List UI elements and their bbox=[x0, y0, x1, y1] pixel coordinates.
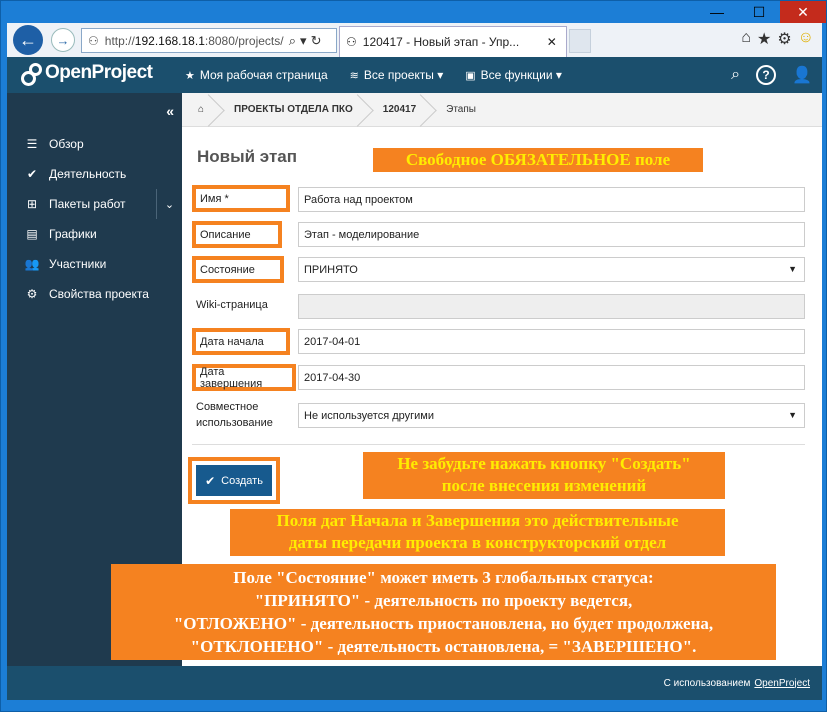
address-bar[interactable]: ⚇ http://192.168.18.1:8080/projects/ ⌕ ▾… bbox=[81, 28, 337, 53]
sidebar-item-label: Участники bbox=[49, 257, 107, 271]
timeline-icon: ▤ bbox=[26, 227, 38, 241]
breadcrumb-item[interactable]: 120417 bbox=[367, 93, 430, 127]
check-icon: ✔ bbox=[205, 473, 216, 488]
back-icon[interactable]: ← bbox=[13, 25, 43, 55]
search-icon[interactable]: ⌕ bbox=[731, 66, 740, 84]
close-icon[interactable]: ✕ bbox=[780, 1, 826, 23]
star-icon: ★ bbox=[185, 70, 195, 82]
nav-my-page[interactable]: ★ Моя рабочая страница bbox=[185, 68, 328, 82]
status-label: Состояние bbox=[192, 256, 284, 283]
breadcrumb-item[interactable]: Этапы bbox=[430, 93, 490, 127]
start-date-field[interactable]: 2017-04-01 bbox=[298, 329, 805, 354]
wiki-label: Wiki-страница bbox=[196, 299, 268, 311]
list-icon: ☰ bbox=[26, 137, 38, 151]
home-icon[interactable]: ⌂ bbox=[741, 29, 751, 49]
wiki-field bbox=[298, 294, 805, 319]
browser-tab[interactable]: ⚇ 120417 - Новый этап - Упр... ✕ bbox=[339, 26, 567, 57]
collapse-sidebar-icon[interactable]: « bbox=[166, 103, 174, 119]
sidebar-item-members[interactable]: 👥 Участники bbox=[7, 249, 182, 279]
dropdown-arrow-icon: ▼ bbox=[788, 410, 797, 420]
stack-icon: ≋ bbox=[349, 70, 359, 82]
breadcrumb-item[interactable]: ПРОЕКТЫ ОТДЕЛА ПКО bbox=[218, 93, 367, 127]
note-status: Поле "Состояние" может иметь 3 глобальны… bbox=[111, 564, 776, 660]
footer-link[interactable]: OpenProject bbox=[754, 678, 810, 689]
sidebar-item-label: Свойства проекта bbox=[49, 287, 149, 301]
chevron-down-icon: ▾ bbox=[437, 68, 444, 82]
header-nav: ★ Моя рабочая страница ≋ Все проекты ▾ ▣ Вс… bbox=[185, 57, 562, 93]
gear-icon: ⚙ bbox=[26, 287, 38, 301]
dropdown-arrow-icon: ▼ bbox=[788, 264, 797, 274]
create-button-highlight: ✔ Создать bbox=[188, 457, 280, 504]
maximize-icon[interactable]: ☐ bbox=[738, 1, 780, 23]
app-header: OpenProject ★ Моя рабочая страница ≋ Все п… bbox=[7, 57, 822, 93]
home-icon: ⌂ bbox=[198, 104, 205, 115]
sidebar-item-settings[interactable]: ⚙ Свойства проекта bbox=[7, 279, 182, 309]
sidebar-item-work-packages[interactable]: ⊞ Пакеты работ ⌄ bbox=[7, 189, 182, 219]
sidebar-item-label: Обзор bbox=[49, 137, 84, 151]
logo-text: OpenProject bbox=[45, 62, 153, 83]
forward-icon[interactable]: → bbox=[51, 28, 75, 52]
user-icon[interactable]: 👤 bbox=[792, 65, 812, 85]
module-icon: ▣ bbox=[465, 70, 476, 82]
status-select[interactable]: ПРИНЯТО ▼ bbox=[298, 257, 805, 282]
sharing-label: Совместное использование bbox=[196, 401, 273, 429]
create-button[interactable]: ✔ Создать bbox=[196, 465, 272, 496]
sharing-value: Не используется другими bbox=[304, 409, 434, 422]
browser-toolbar: ← → ⚇ http://192.168.18.1:8080/projects/… bbox=[7, 23, 822, 57]
tab-favicon-icon: ⚇ bbox=[346, 35, 357, 49]
hierarchy-icon: ⊞ bbox=[26, 197, 38, 211]
tab-close-icon[interactable]: ✕ bbox=[547, 35, 557, 49]
note-required-field: Свободное ОБЯЗАТЕЛЬНОЕ поле bbox=[373, 148, 703, 172]
note-dates: Поля дат Начала и Завершения это действи… bbox=[230, 509, 725, 556]
refresh-icon[interactable]: ↻ bbox=[311, 33, 322, 49]
browser-window: — ☐ ✕ ← → ⚇ http://192.168.18.1:8080/pro… bbox=[0, 0, 827, 712]
page-title: Новый этап bbox=[197, 147, 298, 166]
favorites-star-icon[interactable]: ★ bbox=[757, 29, 771, 49]
note-create-reminder: Не забудьте нажать кнопку "Создать" после… bbox=[363, 452, 725, 499]
window-controls: — ☐ ✕ bbox=[696, 1, 826, 23]
sharing-select[interactable]: Не используется другими ▼ bbox=[298, 403, 805, 428]
help-icon[interactable]: ? bbox=[756, 65, 777, 85]
name-field[interactable]: Работа над проектом bbox=[298, 187, 805, 212]
site-icon: ⚇ bbox=[88, 33, 99, 48]
check-icon: ✔ bbox=[26, 167, 38, 181]
logo-icon bbox=[21, 63, 42, 86]
breadcrumb-home[interactable]: ⌂ bbox=[182, 93, 218, 127]
sidebar-item-overview[interactable]: ☰ Обзор bbox=[7, 129, 182, 159]
chevron-down-icon: ▾ bbox=[555, 68, 562, 82]
status-value: ПРИНЯТО bbox=[304, 263, 358, 276]
sidebar-item-label: Пакеты работ bbox=[49, 197, 126, 211]
group-icon: 👥 bbox=[24, 257, 40, 271]
description-label: Описание bbox=[192, 221, 282, 248]
sidebar-menu: ☰ Обзор ✔ Деятельность ⊞ Пакеты работ ⌄ ▤ Гра… bbox=[7, 129, 182, 309]
sidebar-item-timelines[interactable]: ▤ Графики bbox=[7, 219, 182, 249]
minimize-icon[interactable]: — bbox=[696, 1, 738, 23]
settings-gear-icon[interactable]: ⚙ bbox=[777, 29, 791, 49]
smiley-icon[interactable]: ☺ bbox=[798, 29, 814, 49]
nav-all-projects[interactable]: ≋ Все проекты ▾ bbox=[350, 68, 444, 82]
openproject-logo[interactable]: OpenProject bbox=[21, 62, 153, 86]
url-text: http://192.168.18.1:8080/projects/ bbox=[104, 33, 284, 48]
search-icon[interactable]: ⌕ bbox=[289, 33, 296, 49]
description-field[interactable]: Этап - моделирование bbox=[298, 222, 805, 247]
name-label: Имя * bbox=[192, 185, 290, 212]
footer-text: С использованием bbox=[663, 677, 751, 689]
footer: С использованием OpenProject bbox=[7, 666, 822, 700]
sidebar-item-activity[interactable]: ✔ Деятельность bbox=[7, 159, 182, 189]
chevron-down-icon[interactable]: ⌄ bbox=[156, 189, 182, 219]
dropdown-icon[interactable]: ▾ bbox=[300, 33, 307, 49]
header-right: ⌕ ? 👤 bbox=[731, 57, 812, 93]
breadcrumb: ⌂ ПРОЕКТЫ ОТДЕЛА ПКО 120417 Этапы bbox=[182, 93, 822, 127]
nav-all-functions[interactable]: ▣ Все функции ▾ bbox=[465, 68, 562, 82]
browser-icons: ⌂ ★ ⚙ ☺ bbox=[741, 29, 814, 49]
tab-title: 120417 - Новый этап - Упр... bbox=[362, 35, 520, 49]
divider bbox=[192, 444, 805, 445]
start-date-label: Дата начала bbox=[192, 328, 290, 355]
sidebar-item-label: Деятельность bbox=[49, 167, 127, 181]
sidebar-item-label: Графики bbox=[49, 227, 97, 241]
end-date-label: Дата завершения bbox=[192, 364, 296, 391]
end-date-field[interactable]: 2017-04-30 bbox=[298, 365, 805, 390]
new-tab-button[interactable] bbox=[569, 29, 591, 53]
